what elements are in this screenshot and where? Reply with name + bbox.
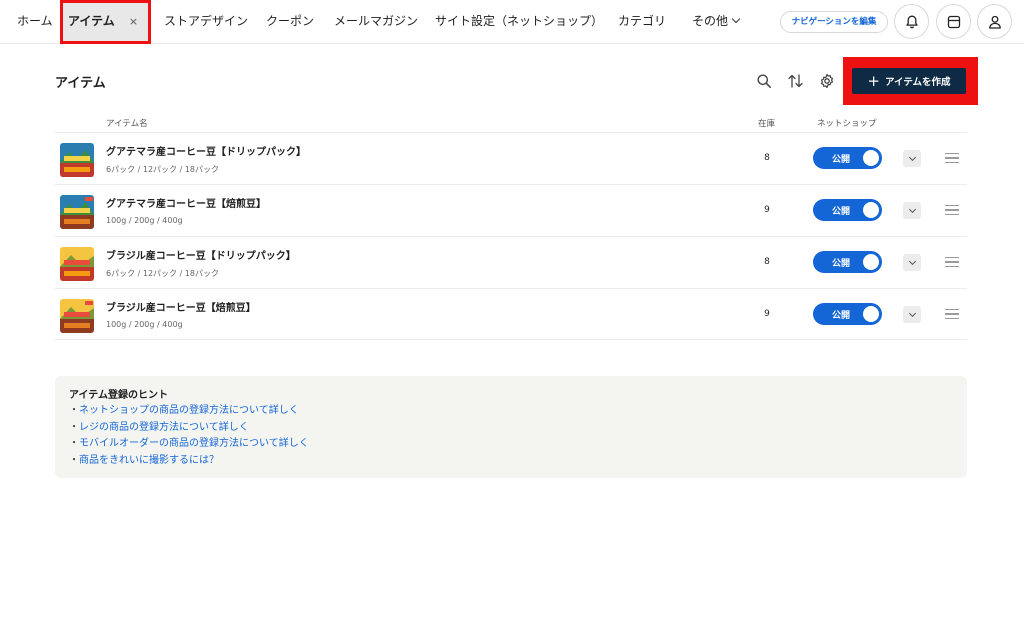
chevron-down-icon: [908, 205, 916, 213]
item-variants: 6パック / 12パック / 18パック: [106, 269, 220, 278]
toggle-knob: [863, 150, 879, 166]
create-item-label: アイテムを作成: [885, 77, 951, 88]
nav-tab-category-label: カテゴリ: [618, 14, 667, 28]
hint-link-photo[interactable]: 商品をきれいに撮影するには？: [79, 455, 219, 466]
chevron-down-icon: [908, 257, 916, 265]
item-name[interactable]: ブラジル産コーヒー豆【ドリップパック】: [106, 247, 296, 262]
expand-row-button[interactable]: [903, 202, 921, 219]
column-header-name: アイテム名: [106, 119, 148, 129]
publish-status-label: 公開: [832, 207, 851, 217]
column-header-stock: 在庫: [758, 119, 776, 129]
product-thumbnail: [60, 299, 94, 333]
gear-icon: [820, 73, 834, 89]
stock-count: 8: [764, 153, 770, 163]
item-name[interactable]: ブラジル産コーヒー豆【焙煎豆】: [106, 299, 256, 314]
nav-tab-more[interactable]: その他: [692, 0, 741, 44]
hint-item: ・商品をきれいに撮影するには？: [69, 453, 953, 470]
table-row[interactable]: グアテマラ産コーヒー豆【ドリップパック】 6パック / 12パック / 18パッ…: [55, 132, 967, 184]
account-button[interactable]: [977, 4, 1012, 39]
nav-tab-items[interactable]: アイテム ×: [60, 0, 152, 44]
nav-tab-items-label: アイテム: [68, 14, 115, 28]
item-variants: 100g / 200g / 400g: [106, 320, 183, 329]
create-item-highlight: + アイテムを作成: [843, 57, 978, 105]
toggle-knob: [863, 306, 879, 322]
product-thumbnail: [60, 247, 94, 281]
bell-icon: [905, 15, 918, 28]
netshop-publish-toggle[interactable]: 公開: [813, 199, 882, 221]
product-thumbnail: [60, 143, 94, 177]
nav-tab-home-label: ホーム: [17, 14, 53, 28]
hints-title: アイテム登録のヒント: [69, 390, 168, 401]
close-tab-icon[interactable]: ×: [129, 15, 138, 28]
netshop-publish-toggle[interactable]: 公開: [813, 303, 882, 325]
nav-tab-more-label: その他: [692, 14, 729, 28]
stock-count: 9: [764, 309, 770, 319]
hint-bullet: ・: [69, 405, 79, 416]
hint-bullet: ・: [69, 421, 79, 433]
hint-item: ・モバイルオーダーの商品の登録方法について詳しく: [69, 436, 953, 453]
item-variants: 6パック / 12パック / 18パック: [106, 165, 220, 174]
nav-tab-store-design-label: ストアデザイン: [164, 14, 249, 28]
hint-link-register[interactable]: レジの商品の登録方法について詳しく: [79, 422, 249, 433]
search-icon: [757, 74, 771, 88]
column-header-netshop: ネットショップ: [817, 119, 877, 129]
hint-item: ・ネットショップの商品の登録方法について詳しく: [69, 403, 953, 420]
item-variants: 100g / 200g / 400g: [106, 216, 183, 225]
toggle-knob: [863, 202, 879, 218]
netshop-publish-toggle[interactable]: 公開: [813, 251, 882, 273]
item-name[interactable]: グアテマラ産コーヒー豆【ドリップパック】: [106, 143, 306, 158]
publish-status-label: 公開: [832, 155, 851, 165]
registration-hints-panel: アイテム登録のヒント ・ネットショップの商品の登録方法について詳しく ・レジの商…: [55, 376, 967, 478]
hint-link-mobile-order[interactable]: モバイルオーダーの商品の登録方法について詳しく: [79, 438, 309, 449]
nav-tab-category[interactable]: カテゴリ: [618, 0, 666, 44]
settings-button[interactable]: [818, 72, 836, 90]
top-navigation: ホーム アイテム × ストアデザイン クーポン メールマガジン サイト設定（ネット…: [0, 0, 1024, 44]
table-row[interactable]: ブラジル産コーヒー豆【焙煎豆】 100g / 200g / 400g 9 公開: [55, 288, 967, 340]
toggle-knob: [863, 254, 879, 270]
drag-handle-icon[interactable]: [945, 205, 959, 216]
expand-row-button[interactable]: [903, 150, 921, 167]
create-item-button[interactable]: + アイテムを作成: [852, 68, 966, 94]
nav-tab-mail-magazine-label: メールマガジン: [334, 14, 419, 28]
sort-icon: [787, 74, 803, 88]
item-name[interactable]: グアテマラ産コーヒー豆【焙煎豆】: [106, 195, 266, 210]
chevron-down-icon: [908, 309, 916, 317]
storefront-icon: [947, 15, 960, 28]
plus-icon: +: [867, 71, 880, 90]
publish-status-label: 公開: [832, 311, 851, 321]
drag-handle-icon[interactable]: [945, 257, 959, 268]
hint-bullet: ・: [69, 454, 79, 466]
nav-tab-coupon[interactable]: クーポン: [266, 0, 314, 44]
nav-tab-mail-magazine[interactable]: メールマガジン: [334, 0, 418, 44]
stock-count: 9: [764, 205, 770, 215]
product-thumbnail: [60, 195, 94, 229]
nav-tab-home[interactable]: ホーム: [17, 0, 53, 44]
hint-item: ・レジの商品の登録方法について詳しく: [69, 420, 953, 437]
chevron-down-icon: [731, 14, 741, 24]
hint-link-netshop[interactable]: ネットショップの商品の登録方法について詳しく: [79, 405, 299, 416]
nav-tab-site-settings-label: サイト設定（ネットショップ）: [435, 14, 604, 28]
table-row[interactable]: グアテマラ産コーヒー豆【焙煎豆】 100g / 200g / 400g 9 公開: [55, 184, 967, 236]
publish-status-label: 公開: [832, 259, 851, 269]
hint-bullet: ・: [69, 438, 79, 449]
nav-tab-coupon-label: クーポン: [266, 14, 315, 28]
drag-handle-icon[interactable]: [945, 309, 959, 320]
nav-tab-site-settings[interactable]: サイト設定（ネットショップ）: [435, 0, 603, 44]
expand-row-button[interactable]: [903, 254, 921, 271]
notifications-button[interactable]: [894, 4, 929, 39]
sort-button[interactable]: [786, 72, 804, 90]
stock-count: 8: [764, 257, 770, 267]
table-row[interactable]: ブラジル産コーヒー豆【ドリップパック】 6パック / 12パック / 18パック…: [55, 236, 967, 288]
search-button[interactable]: [755, 72, 773, 90]
drag-handle-icon[interactable]: [945, 153, 959, 164]
netshop-publish-toggle[interactable]: 公開: [813, 147, 882, 169]
edit-navigation-button[interactable]: ナビゲーションを編集: [780, 11, 888, 33]
expand-row-button[interactable]: [903, 306, 921, 323]
page-title: アイテム: [55, 76, 106, 91]
store-button[interactable]: [936, 4, 971, 39]
nav-tab-store-design[interactable]: ストアデザイン: [164, 0, 248, 44]
user-icon: [988, 15, 1001, 29]
chevron-down-icon: [908, 153, 916, 161]
